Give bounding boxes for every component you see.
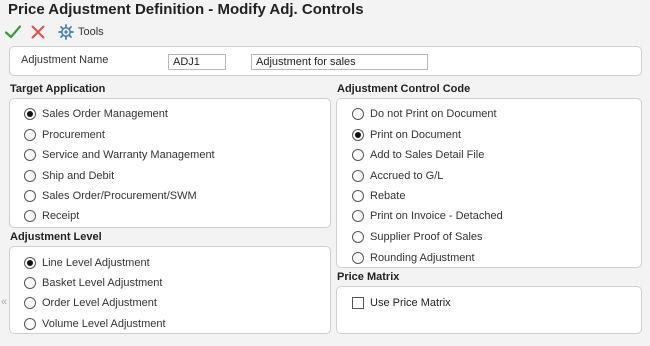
- adjustment-code-field[interactable]: ADJ1: [168, 54, 226, 70]
- radio-icon: [24, 149, 36, 161]
- adjustment-name-label: Adjustment Name: [21, 54, 109, 66]
- cancel-button[interactable]: [29, 23, 47, 41]
- radio-label: Accrued to G/L: [370, 170, 444, 182]
- close-icon: [31, 25, 45, 39]
- control-code-option[interactable]: Add to Sales Detail File: [352, 149, 484, 161]
- target-app-option[interactable]: Service and Warranty Management: [24, 149, 215, 161]
- use-price-matrix-checkbox[interactable]: Use Price Matrix: [352, 297, 451, 309]
- radio-icon: [352, 149, 364, 161]
- radio-icon: [24, 210, 36, 222]
- radio-icon: [24, 170, 36, 182]
- control-code-option[interactable]: Supplier Proof of Sales: [352, 231, 483, 243]
- radio-label: Rounding Adjustment: [370, 252, 475, 264]
- adjustment-level-option[interactable]: Line Level Adjustment: [24, 257, 150, 269]
- target-application-label: Target Application: [10, 83, 106, 95]
- radio-label: Order Level Adjustment: [42, 297, 157, 309]
- adjustment-control-code-label: Adjustment Control Code: [337, 83, 471, 95]
- radio-selected-icon: [352, 129, 364, 141]
- control-code-option[interactable]: Rebate: [352, 190, 405, 202]
- checkbox-label: Use Price Matrix: [370, 297, 451, 309]
- radio-label: Rebate: [370, 190, 406, 202]
- radio-icon: [352, 252, 364, 264]
- target-app-option[interactable]: Sales Order/Procurement/SWM: [24, 190, 197, 202]
- radio-label: Line Level Adjustment: [42, 257, 150, 269]
- radio-label: Procurement: [42, 129, 105, 141]
- radio-icon: [352, 108, 364, 120]
- radio-icon: [24, 129, 36, 141]
- tools-label: Tools: [78, 26, 104, 38]
- window-title: Price Adjustment Definition - Modify Adj…: [8, 1, 364, 18]
- control-code-option[interactable]: Rounding Adjustment: [352, 252, 475, 264]
- collapse-panel-handle[interactable]: «: [0, 290, 8, 314]
- target-app-option[interactable]: Receipt: [24, 210, 79, 222]
- target-app-option[interactable]: Sales Order Management: [24, 108, 168, 120]
- adjustment-level-label: Adjustment Level: [10, 231, 102, 243]
- radio-icon: [24, 277, 36, 289]
- checkmark-icon: [4, 25, 22, 39]
- radio-icon: [352, 190, 364, 202]
- checkbox-icon: [352, 297, 364, 309]
- target-app-option[interactable]: Procurement: [24, 129, 105, 141]
- adjustment-level-option[interactable]: Volume Level Adjustment: [24, 318, 166, 330]
- radio-label: Supplier Proof of Sales: [370, 231, 483, 243]
- radio-label: Receipt: [42, 210, 80, 222]
- radio-label: Sales Order/Procurement/SWM: [42, 190, 197, 202]
- adjustment-description-field[interactable]: Adjustment for sales: [251, 54, 428, 70]
- radio-label: Sales Order Management: [42, 108, 168, 120]
- control-code-option[interactable]: Print on Document: [352, 129, 461, 141]
- control-code-option[interactable]: Do not Print on Document: [352, 108, 497, 120]
- radio-label: Basket Level Adjustment: [42, 277, 163, 289]
- control-code-option[interactable]: Accrued to G/L: [352, 170, 443, 182]
- radio-label: Ship and Debit: [42, 170, 115, 182]
- radio-selected-icon: [24, 108, 36, 120]
- radio-label: Print on Invoice - Detached: [370, 210, 503, 222]
- adjustment-level-option[interactable]: Order Level Adjustment: [24, 297, 157, 309]
- radio-selected-icon: [24, 257, 36, 269]
- radio-icon: [352, 210, 364, 222]
- ok-button[interactable]: [4, 23, 22, 41]
- radio-label: Do not Print on Document: [370, 108, 497, 120]
- tools-menu-button[interactable]: Tools: [58, 23, 104, 41]
- control-code-option[interactable]: Print on Invoice - Detached: [352, 210, 503, 222]
- radio-label: Service and Warranty Management: [42, 149, 215, 161]
- radio-label: Add to Sales Detail File: [370, 149, 485, 161]
- gear-icon: [58, 24, 74, 40]
- radio-icon: [352, 170, 364, 182]
- radio-icon: [24, 318, 36, 330]
- target-app-option[interactable]: Ship and Debit: [24, 170, 114, 182]
- radio-label: Volume Level Adjustment: [42, 318, 166, 330]
- radio-icon: [352, 231, 364, 243]
- radio-icon: [24, 190, 36, 202]
- toolbar: Tools: [0, 20, 650, 44]
- adjustment-level-option[interactable]: Basket Level Adjustment: [24, 277, 162, 289]
- radio-label: Print on Document: [370, 129, 462, 141]
- price-matrix-panel: [336, 286, 642, 334]
- price-matrix-label: Price Matrix: [337, 271, 400, 283]
- radio-icon: [24, 297, 36, 309]
